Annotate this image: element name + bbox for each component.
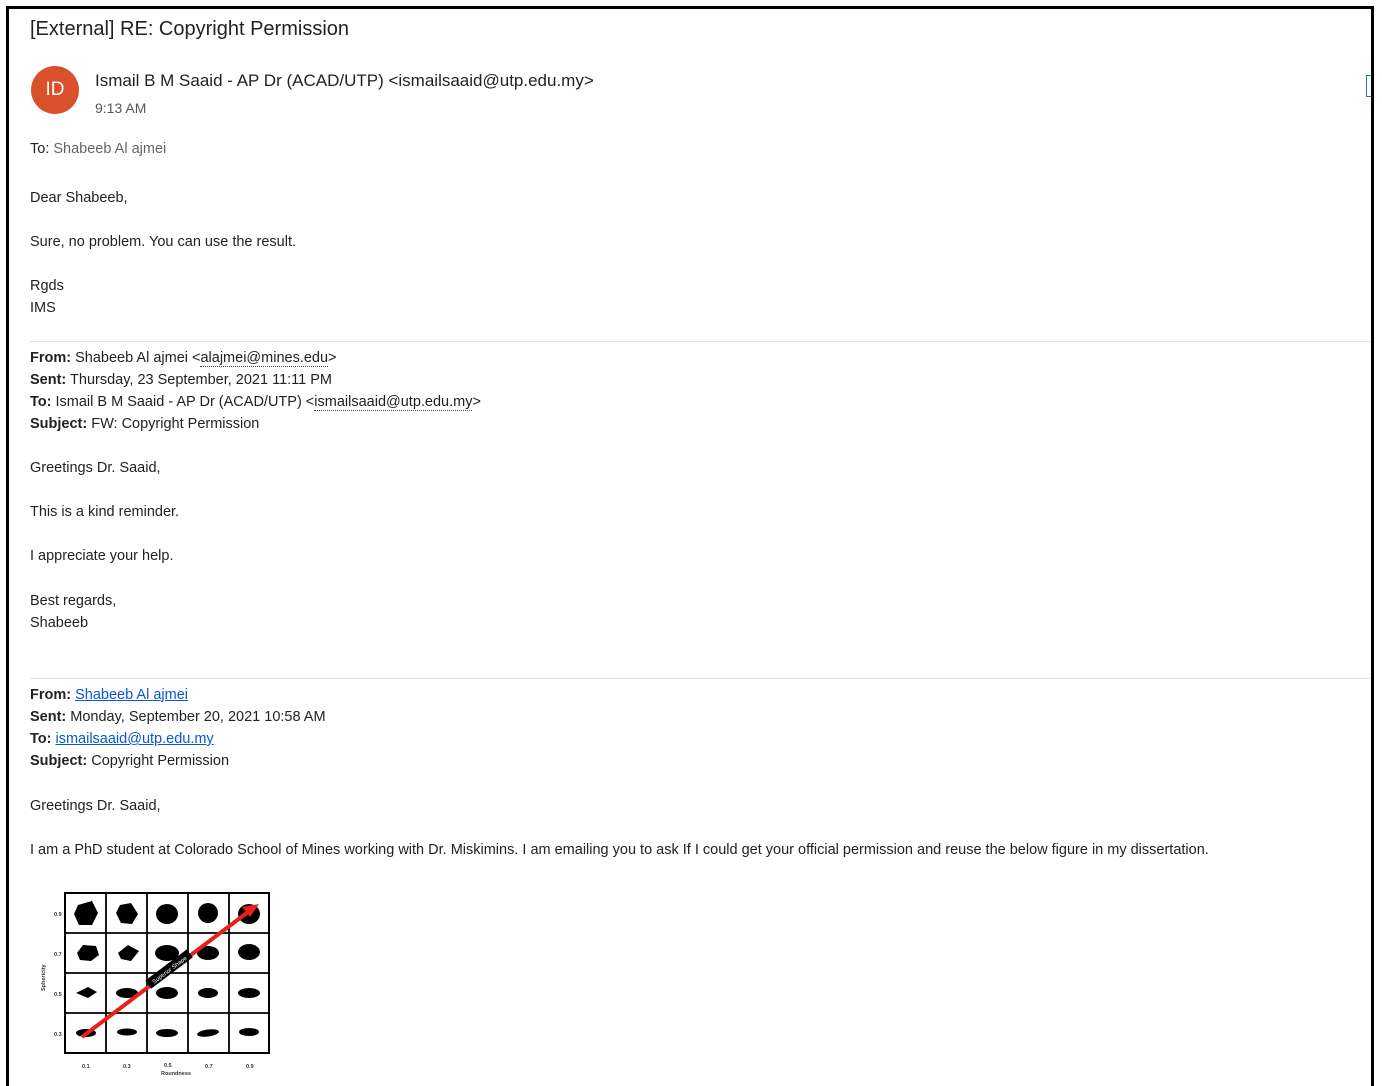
x-tick: 0.3 — [123, 1064, 131, 1070]
x-tick: 0.9 — [246, 1064, 254, 1070]
sent-date: Monday, September 20, 2021 10:58 AM — [70, 709, 326, 725]
quote2-subject: Subject: Copyright Permission — [30, 753, 229, 769]
from-close: > — [328, 350, 337, 366]
body-line: This is a kind reminder. — [30, 504, 180, 520]
from-label: From: — [30, 687, 72, 703]
to-close: > — [472, 394, 481, 410]
sent-date: Thursday, 23 September, 2021 11:11 PM — [70, 372, 332, 388]
body-line: Best regards, — [30, 593, 117, 609]
grain-shape — [198, 988, 218, 998]
quote2-to: To: ismailsaaid@utp.edu.my — [30, 731, 214, 747]
quote1-sent: Sent: Thursday, 23 September, 2021 11:11… — [30, 372, 332, 388]
x-tick: 0.7 — [205, 1064, 213, 1070]
shape-chart: Superior Shape 0.9 0.7 0.5 0.3 0.1 0.3 0… — [41, 892, 270, 1077]
grain-shape — [117, 1028, 137, 1036]
body-line: Dear Shabeeb, — [30, 190, 128, 206]
body-line: I am a PhD student at Colorado School of… — [30, 842, 1209, 858]
sender-name[interactable]: Ismail B M Saaid - AP Dr (ACAD/UTP) <ism… — [95, 71, 594, 91]
subject-value: Copyright Permission — [91, 753, 230, 769]
to-label: To: — [30, 731, 52, 747]
subject-label: Subject: — [30, 753, 88, 769]
body-line: Sure, no problem. You can use the result… — [30, 234, 297, 250]
recipient-line: To: Shabeeb Al ajmei — [30, 141, 166, 157]
avatar[interactable]: ID — [31, 66, 79, 114]
divider — [30, 678, 1371, 679]
to-label: To: — [30, 394, 52, 410]
y-tick: 0.5 — [54, 992, 62, 998]
y-axis-label: Sphericity — [41, 963, 47, 991]
x-tick: 0.5 — [164, 1063, 172, 1069]
from-label: From: — [30, 350, 72, 366]
to-link[interactable]: ismailsaaid@utp.edu.my — [56, 731, 214, 747]
to-email[interactable]: ismailsaaid@utp.edu.my — [314, 394, 473, 411]
body-line: Greetings Dr. Saaid, — [30, 460, 161, 476]
grain-shape — [156, 1029, 178, 1037]
x-axis-label: Roundness — [161, 1071, 191, 1077]
y-tick: 0.7 — [54, 952, 62, 958]
panel-toggle-icon[interactable] — [1366, 75, 1371, 97]
grain-shape — [238, 988, 260, 998]
grain-shape — [238, 944, 260, 960]
email-subject: [External] RE: Copyright Permission — [30, 18, 350, 40]
quote2-sent: Sent: Monday, September 20, 2021 10:58 A… — [30, 709, 326, 725]
body-line: Greetings Dr. Saaid, — [30, 798, 161, 814]
y-tick: 0.3 — [54, 1032, 62, 1038]
grain-shape — [239, 1028, 259, 1036]
from-link[interactable]: Shabeeb Al ajmei — [75, 687, 188, 703]
divider — [30, 341, 1371, 342]
quote1-subject: Subject: FW: Copyright Permission — [30, 416, 259, 432]
email-reading-pane: [External] RE: Copyright Permission ID I… — [6, 6, 1374, 1086]
y-tick: 0.9 — [54, 912, 62, 918]
body-line: IMS — [30, 300, 56, 316]
received-time: 9:13 AM — [95, 100, 147, 116]
quote2-from: From: Shabeeb Al ajmei — [30, 687, 188, 703]
body-line: Shabeeb — [30, 615, 89, 631]
subject-label: Subject: — [30, 416, 88, 432]
quote1-to: To: Ismail B M Saaid - AP Dr (ACAD/UTP) … — [30, 394, 481, 411]
subject-value: FW: Copyright Permission — [91, 416, 260, 432]
quote1-from: From: Shabeeb Al ajmei <alajmei@mines.ed… — [30, 350, 337, 367]
body-line: I appreciate your help. — [30, 548, 174, 564]
grain-shape — [156, 904, 178, 924]
sent-label: Sent: — [30, 709, 67, 725]
sent-label: Sent: — [30, 372, 67, 388]
embedded-figure: Superior Shape 0.9 0.7 0.5 0.3 0.1 0.3 0… — [30, 887, 280, 1086]
recipient-name[interactable]: Shabeeb Al ajmei — [53, 141, 166, 157]
to-name: Ismail B M Saaid - AP Dr (ACAD/UTP) < — [55, 394, 315, 410]
body-line: Rgds — [30, 278, 64, 294]
to-label: To: — [30, 141, 50, 157]
grain-shape — [156, 987, 178, 999]
from-email[interactable]: alajmei@mines.edu — [200, 350, 329, 367]
grain-shape — [198, 903, 218, 923]
from-name: Shabeeb Al ajmei < — [75, 350, 201, 366]
x-tick: 0.1 — [82, 1064, 90, 1070]
